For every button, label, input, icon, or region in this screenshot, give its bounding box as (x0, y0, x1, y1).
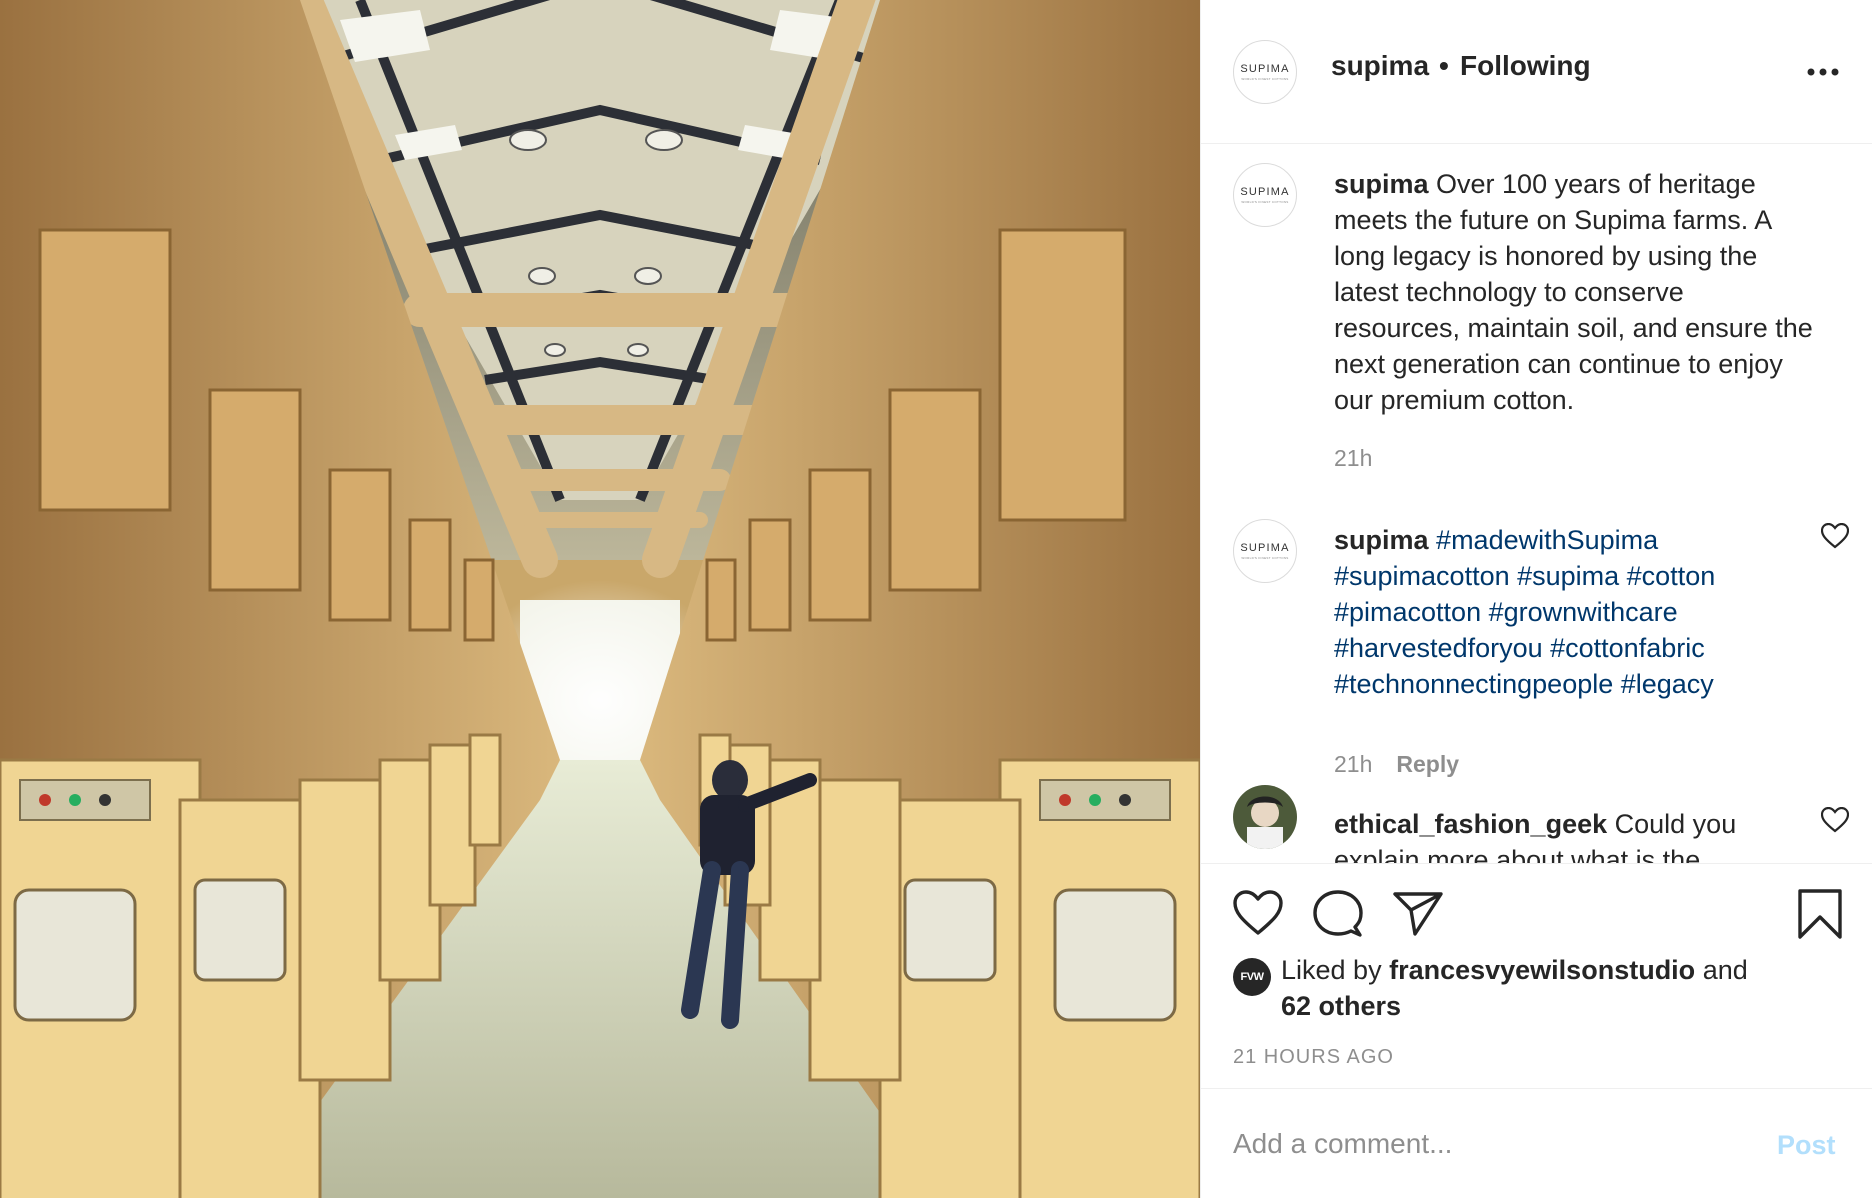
header-separator: • (1439, 50, 1449, 81)
caption-comment: SUPIMA WORLD'S FINEST COTTONS supima Ove… (1201, 145, 1872, 471)
account-avatar[interactable]: SUPIMA WORLD'S FINEST COTTONS (1233, 40, 1297, 104)
comment-avatar[interactable]: SUPIMA WORLD'S FINEST COTTONS (1233, 519, 1297, 583)
more-options-icon[interactable] (1805, 62, 1841, 82)
comments-list[interactable]: SUPIMA WORLD'S FINEST COTTONS supima Ove… (1201, 145, 1872, 863)
liker-avatar[interactable]: FVW (1233, 958, 1271, 996)
reply-button[interactable]: Reply (1396, 751, 1459, 777)
avatar-tagline: WORLD'S FINEST COTTONS (1241, 200, 1289, 204)
save-bookmark-icon[interactable] (1797, 888, 1843, 940)
post-timestamp[interactable]: 21 HOURS AGO (1233, 1046, 1394, 1069)
post-photo[interactable] (0, 0, 1200, 1198)
comment-bubble-icon[interactable] (1313, 890, 1363, 938)
post-side-panel: SUPIMA WORLD'S FINEST COTTONS supima • F… (1200, 0, 1872, 1198)
like-heart-icon[interactable] (1233, 890, 1283, 936)
liked-by-label: Liked by (1281, 955, 1390, 985)
comment-body: supima #madewithSupima #supimacotton #su… (1334, 522, 1814, 702)
hashtag-comment: SUPIMA WORLD'S FINEST COTTONS supima #ma… (1201, 501, 1872, 777)
like-comment-heart-icon[interactable] (1821, 523, 1849, 549)
likes-and: and (1695, 955, 1748, 985)
user-comment: ethical_fashion_geek Could you explain m… (1201, 785, 1872, 863)
likes-others-link[interactable]: 62 others (1281, 988, 1401, 1024)
comment-body: supima Over 100 years of heritage meets … (1334, 166, 1814, 418)
avatar-logo-text: SUPIMA (1240, 63, 1290, 75)
following-button[interactable]: Following (1460, 50, 1591, 82)
comment-username[interactable]: supima (1334, 525, 1429, 555)
liker-username[interactable]: francesvyewilsonstudio (1389, 955, 1695, 985)
avatar-logo-text: SUPIMA (1240, 186, 1290, 198)
comment-time[interactable]: 21h (1334, 445, 1372, 471)
comment-body: ethical_fashion_geek Could you explain m… (1334, 806, 1814, 863)
share-send-icon[interactable] (1393, 890, 1443, 936)
cotton-gin-photo (0, 0, 1200, 1198)
post-comment-button[interactable]: Post (1777, 1130, 1836, 1161)
avatar-tagline: WORLD'S FINEST COTTONS (1241, 77, 1289, 81)
comment-input[interactable] (1233, 1120, 1753, 1168)
like-comment-heart-icon[interactable] (1821, 807, 1849, 833)
post-actions: FVW Liked by francesvyewilsonstudio and … (1201, 863, 1872, 1089)
comment-time[interactable]: 21h (1334, 751, 1372, 777)
header-username[interactable]: supima (1331, 50, 1429, 82)
add-comment-bar: Post (1201, 1090, 1872, 1198)
commenter-avatar[interactable] (1233, 785, 1297, 849)
avatar-logo-text: SUPIMA (1240, 542, 1290, 554)
avatar-tagline: WORLD'S FINEST COTTONS (1241, 556, 1289, 560)
comment-text: Over 100 years of heritage meets the fut… (1334, 169, 1813, 415)
comment-username[interactable]: supima (1334, 169, 1429, 199)
post-header: SUPIMA WORLD'S FINEST COTTONS supima • F… (1201, 0, 1872, 144)
comment-meta: 21h (1334, 445, 1372, 472)
comment-avatar[interactable]: SUPIMA WORLD'S FINEST COTTONS (1233, 163, 1297, 227)
comment-meta: 21h Reply (1334, 751, 1459, 778)
likes-line: Liked by francesvyewilsonstudio and (1281, 952, 1748, 988)
commenter-photo (1233, 785, 1297, 849)
comment-username[interactable]: ethical_fashion_geek (1334, 809, 1607, 839)
